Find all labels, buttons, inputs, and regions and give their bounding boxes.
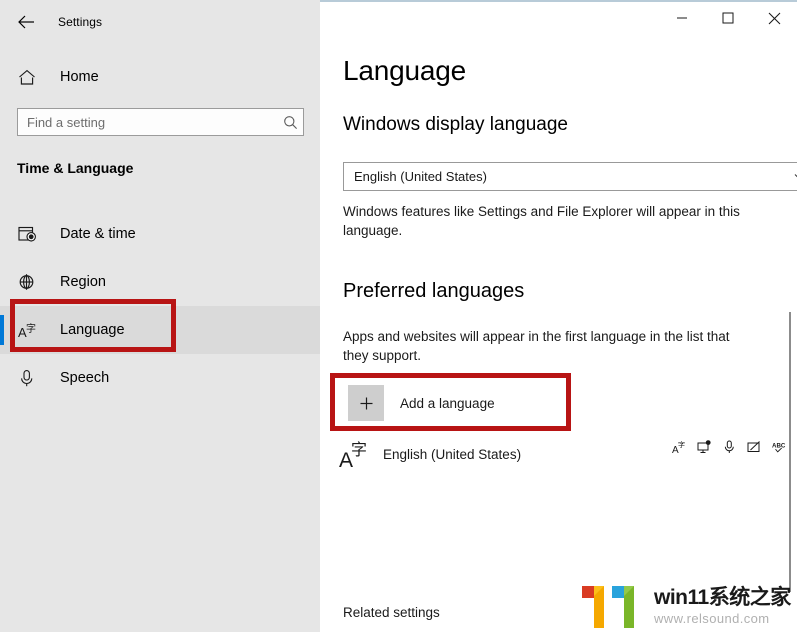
add-language-button[interactable]: Add a language	[337, 379, 567, 427]
home-icon	[18, 69, 40, 86]
sidebar-item-home-label: Home	[60, 69, 99, 85]
back-arrow-icon	[17, 15, 34, 29]
display-language-description: Windows features like Settings and File …	[343, 204, 740, 238]
sidebar-item-date-time-label: Date & time	[60, 226, 136, 242]
related-settings-label: Related settings	[343, 605, 440, 620]
language-pack-icon: A 字	[337, 438, 375, 470]
content-scrollbar[interactable]	[783, 44, 797, 632]
microphone-icon	[18, 369, 40, 388]
sidebar-item-speech[interactable]: Speech	[0, 354, 320, 402]
sidebar-item-date-time[interactable]: Date & time	[0, 210, 320, 258]
language-icon: A 字	[18, 321, 40, 340]
search-icon[interactable]	[277, 115, 303, 130]
scrollbar-thumb[interactable]	[789, 312, 791, 592]
language-list-item-label: English (United States)	[383, 446, 522, 462]
watermark-title: win11系统之家	[654, 586, 791, 609]
close-button[interactable]	[751, 2, 797, 34]
search-input[interactable]	[18, 114, 277, 130]
main-content: Language Windows display language Englis…	[320, 2, 797, 632]
sidebar-nav: Date & time Region A 字 Language Speech	[0, 210, 320, 402]
svg-text:字: 字	[26, 322, 36, 335]
watermark-text: win11系统之家 www.relsound.com	[654, 584, 791, 627]
page-title: Language	[343, 55, 466, 86]
display-language-heading: Windows display language	[343, 114, 568, 135]
window-controls	[659, 2, 797, 42]
language-feature-icons: A 字 ABC	[672, 439, 787, 454]
language-list-item[interactable]: A 字 English (United States) A 字 ABC	[337, 434, 786, 474]
handwriting-pen-icon	[747, 439, 762, 454]
window-titlebar-left: Settings	[0, 2, 320, 42]
sidebar: Settings Home Time & Language	[0, 2, 320, 632]
speech-microphone-icon	[722, 439, 737, 454]
preferred-languages-heading: Preferred languages	[343, 280, 525, 302]
display-language-selected-value: English (United States)	[354, 169, 487, 184]
svg-text:字: 字	[678, 440, 685, 449]
settings-window: Settings Home Time & Language	[0, 0, 797, 632]
app-title: Settings	[58, 15, 103, 29]
display-language-dropdown[interactable]: English (United States)	[343, 162, 797, 191]
maximize-icon	[722, 12, 734, 24]
watermark-logo	[580, 584, 646, 630]
close-icon	[768, 12, 780, 24]
sidebar-item-speech-label: Speech	[60, 370, 110, 386]
maximize-button[interactable]	[705, 2, 751, 34]
selected-accent-bar	[0, 315, 4, 345]
sidebar-item-home[interactable]: Home	[0, 60, 320, 94]
sidebar-item-language[interactable]: A 字 Language	[0, 306, 320, 354]
sidebar-category-title: Time & Language	[17, 160, 134, 176]
svg-text:字: 字	[351, 440, 367, 459]
display-language-icon	[697, 439, 712, 454]
plus-icon	[348, 385, 384, 421]
back-button[interactable]	[2, 6, 50, 38]
sidebar-item-language-label: Language	[60, 322, 125, 338]
minimize-icon	[677, 17, 687, 19]
search-box[interactable]	[17, 108, 304, 136]
sidebar-item-region-label: Region	[60, 274, 106, 290]
add-language-label: Add a language	[400, 395, 495, 411]
globe-icon	[18, 273, 40, 291]
preferred-languages-description: Apps and websites will appear in the fir…	[343, 329, 730, 363]
watermark-url: www.relsound.com	[654, 611, 770, 626]
calendar-clock-icon	[18, 225, 40, 243]
sidebar-item-region[interactable]: Region	[0, 258, 320, 306]
watermark: win11系统之家 www.relsound.com	[580, 584, 791, 630]
language-pack-icon-small: A 字	[672, 439, 687, 454]
minimize-button[interactable]	[659, 2, 705, 34]
